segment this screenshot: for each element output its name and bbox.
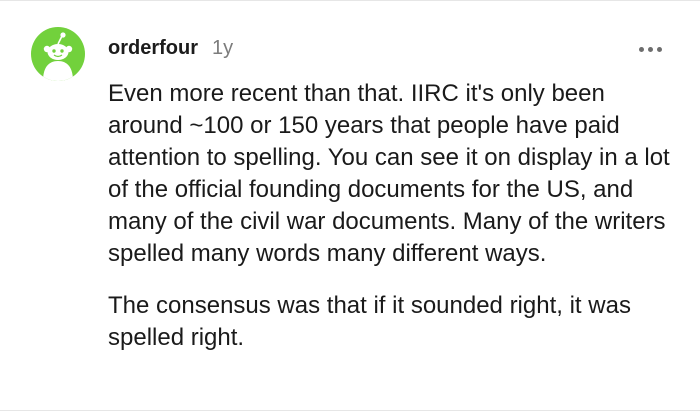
comment-card: orderfour 1y Even more recent than that.… — [0, 0, 700, 411]
more-dot — [648, 47, 653, 52]
more-options-icon[interactable] — [637, 43, 664, 56]
more-dot — [639, 47, 644, 52]
comment-body: Even more recent than that. IIRC it's on… — [108, 78, 683, 354]
snoo-avatar-icon[interactable] — [31, 27, 85, 81]
comment-age: 1y — [212, 37, 234, 59]
comment-meta: orderfour 1y — [108, 37, 233, 60]
comment-paragraph: Even more recent than that. IIRC it's on… — [108, 80, 670, 267]
more-dot — [657, 47, 662, 52]
comment: orderfour 1y Even more recent than that.… — [0, 1, 700, 410]
username-link[interactable]: orderfour — [108, 37, 198, 60]
comment-paragraph: The consensus was that if it sounded rig… — [108, 292, 631, 351]
snoo-avatar-graphic — [43, 32, 73, 81]
